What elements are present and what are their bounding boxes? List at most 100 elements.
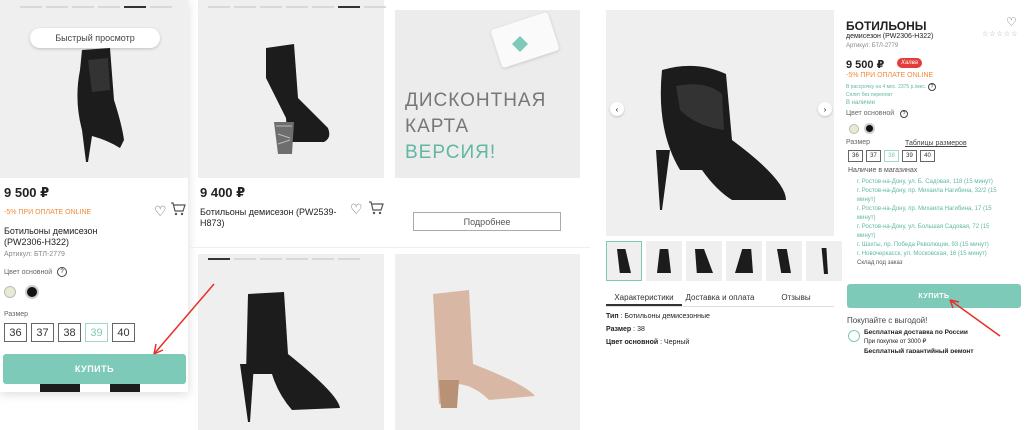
next-image-button[interactable]: › <box>818 102 832 116</box>
product-subtitle: демисезон (PW2306-H322) <box>846 33 934 40</box>
color-label: Цвет основной <box>4 269 53 276</box>
image-dots <box>208 6 386 8</box>
thumbnail[interactable] <box>646 241 682 281</box>
size-36[interactable]: 36 <box>848 150 863 162</box>
grid-divider <box>190 247 590 248</box>
tab-delivery[interactable]: Доставка и оплата <box>682 293 758 306</box>
promo-text: -5% ПРИ ОПЛАТЕ ONLINE <box>846 72 934 79</box>
info-icon[interactable]: ? <box>900 110 908 118</box>
prev-image-button[interactable]: ‹ <box>610 102 624 116</box>
product-tabs: Характеристики Доставка и оплата Отзывы <box>606 293 834 307</box>
size-38[interactable]: 38 <box>884 150 899 162</box>
store-list: г. Ростов-на-Дону, ул. Б. Садовая, 118 (… <box>857 178 1017 268</box>
product-price: 9 500 ₽ <box>846 59 885 71</box>
info-icon[interactable]: ? <box>57 267 67 277</box>
size-label: Размер <box>4 311 29 318</box>
thumbnail[interactable] <box>726 241 762 281</box>
image-dots <box>20 6 172 8</box>
in-stock: В наличии <box>846 100 876 106</box>
thumbnail[interactable] <box>766 241 802 281</box>
thumbnail[interactable] <box>606 241 642 281</box>
spec-size: Размер : 38 <box>606 326 645 333</box>
benefit-delivery-sub: При покупке от 3000 ₽ <box>864 339 927 345</box>
benefit-repair: Бесплатный гарантийный ремонт <box>864 348 974 353</box>
thumbnail[interactable] <box>806 241 842 281</box>
product-image[interactable]: Быстрый просмотр <box>0 0 188 178</box>
discount-card-banner[interactable]: ДИСКОНТНАЯ КАРТА ВЕРСИЯ! <box>395 10 580 178</box>
boot-image <box>656 65 786 210</box>
size-table-link[interactable]: Таблицы размеров <box>905 140 967 147</box>
color-swatch-beige[interactable] <box>849 124 859 134</box>
delivery-icon <box>848 330 860 342</box>
size-list: 36 37 38 39 40 <box>848 150 935 162</box>
annotation-arrow-left <box>153 283 215 355</box>
warehouse-text: Склад под заказ <box>857 260 903 266</box>
spec-type: Тип : Ботильоны демисезонные <box>606 313 710 320</box>
size-38[interactable]: 38 <box>58 323 81 342</box>
size-37[interactable]: 37 <box>31 323 54 342</box>
price: 9 500 ₽ <box>4 185 50 200</box>
product-image[interactable] <box>198 0 386 178</box>
store-item[interactable]: минут) <box>857 214 1017 223</box>
halva-badge: Халва <box>897 58 922 68</box>
tab-reviews[interactable]: Отзывы <box>758 293 834 306</box>
cart-icon[interactable] <box>368 201 384 215</box>
product-article: Артикул: БТЛ-2779 <box>846 43 899 49</box>
product-title: БОТИЛЬОНЫ <box>846 19 927 33</box>
boot-image <box>266 44 330 154</box>
annotation-arrow-right <box>949 299 1001 337</box>
more-button[interactable]: Подробнее <box>413 212 561 231</box>
installment-text[interactable]: В рассрочку на 4 мес. 2375 р./мес. <box>846 84 926 90</box>
boot-image <box>240 292 340 422</box>
split-text[interactable]: Сплит без переплат <box>846 92 893 98</box>
promo-line3: ВЕРСИЯ! <box>405 142 497 163</box>
rating-stars[interactable]: ☆☆☆☆☆ <box>982 30 1018 38</box>
product-name[interactable]: Ботильоны демисезон (PW2539-H873) <box>200 207 340 229</box>
store-item[interactable]: г. Новочеркасск, ул. Московская, 16 (15 … <box>857 250 1017 259</box>
product-image[interactable] <box>198 254 384 430</box>
store-item[interactable]: г. Шахты, пр. Победа Революции, 93 (15 м… <box>857 241 1017 250</box>
product-image[interactable] <box>395 254 580 430</box>
color-swatch-beige[interactable] <box>4 286 16 298</box>
thumbnail[interactable] <box>686 241 722 281</box>
store-item[interactable]: г. Ростов-на-Дону, пр. Михаила Нагибина,… <box>857 205 1017 214</box>
main-product-image[interactable]: ‹ › <box>606 10 834 236</box>
promo-line2: КАРТА <box>405 116 470 137</box>
size-label: Размер <box>846 139 871 146</box>
benefits-title: Покупайте с выгодой! <box>847 316 928 325</box>
thumbnail-strip <box>606 241 842 281</box>
store-item[interactable]: г. Ростов-на-Дону, ул. Б. Садовая, 118 (… <box>857 178 1017 187</box>
store-item[interactable]: минут) <box>857 196 1017 205</box>
color-label: Цвет основной <box>846 110 895 117</box>
spec-color: Цвет основной : Черный <box>606 339 690 346</box>
size-36[interactable]: 36 <box>4 323 27 342</box>
heart-icon[interactable]: ♡ <box>350 201 363 218</box>
cart-icon[interactable] <box>170 202 186 216</box>
size-40[interactable]: 40 <box>112 323 135 342</box>
size-list: 36 37 38 39 40 <box>4 323 135 342</box>
price: 9 400 ₽ <box>200 185 246 200</box>
size-40[interactable]: 40 <box>920 150 935 162</box>
promo-line1: ДИСКОНТНАЯ <box>405 90 547 111</box>
color-swatch-black[interactable] <box>864 123 875 134</box>
boot-image <box>433 290 535 408</box>
store-item[interactable]: г. Ростов-на-Дону, пр. Михаила Нагибина,… <box>857 187 1017 196</box>
article: Артикул: БТЛ-2779 <box>4 251 65 258</box>
promo-text: -5% ПРИ ОПЛАТЕ ONLINE <box>4 209 92 216</box>
stores-label: Наличие в магазинах <box>848 167 918 174</box>
info-icon[interactable]: ? <box>928 83 936 91</box>
tab-characteristics[interactable]: Характеристики <box>606 293 682 306</box>
image-dots <box>208 258 360 260</box>
color-swatch-black[interactable] <box>25 285 39 299</box>
heart-icon[interactable]: ♡ <box>154 203 167 220</box>
size-39[interactable]: 39 <box>902 150 917 162</box>
product-name[interactable]: Ботильоны демисезон (PW2306-H322) <box>4 226 134 248</box>
card-graphic <box>490 11 560 69</box>
product-card[interactable]: 9 400 ₽ ♡ Ботильоны демисезон (PW2539-H8… <box>198 0 386 250</box>
store-item[interactable]: минут) <box>857 232 1017 241</box>
size-39[interactable]: 39 <box>85 323 108 342</box>
heart-icon[interactable]: ♡ <box>1006 15 1017 29</box>
boot-peek <box>40 384 140 392</box>
store-item[interactable]: г. Ростов-на-Дону, ул. Большая Садовая, … <box>857 223 1017 232</box>
size-37[interactable]: 37 <box>866 150 881 162</box>
